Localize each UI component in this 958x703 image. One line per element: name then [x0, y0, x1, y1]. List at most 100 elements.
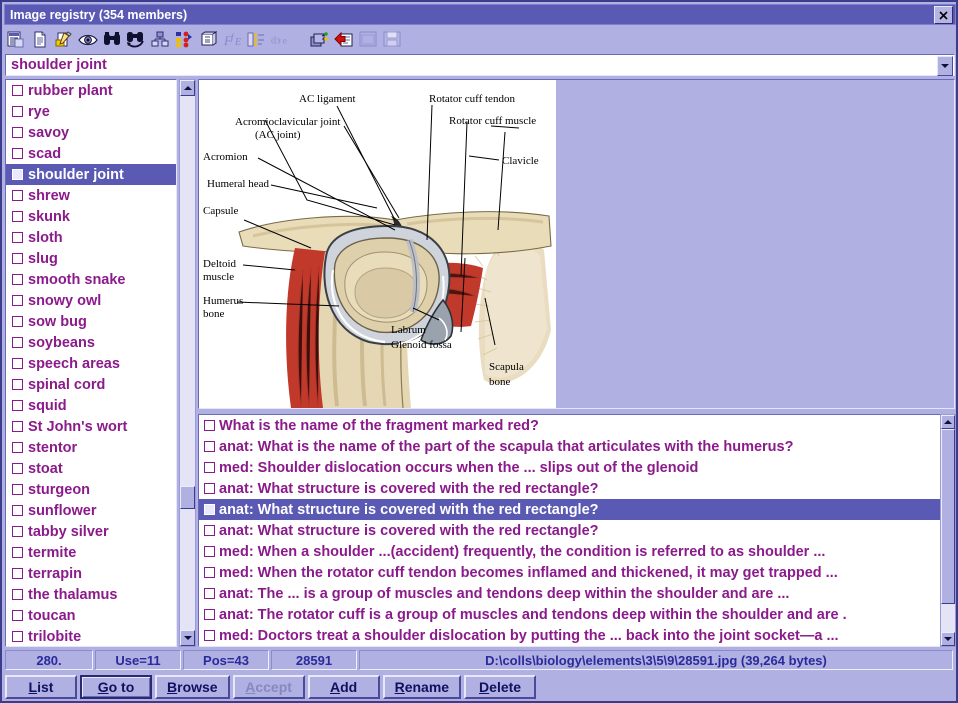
list-item[interactable]: scad	[6, 143, 176, 164]
paste-red-arrow-icon[interactable]	[334, 29, 354, 49]
checkbox-icon[interactable]	[12, 505, 23, 516]
find-again-binoculars-icon[interactable]	[126, 29, 146, 49]
search-input[interactable]	[6, 55, 918, 75]
dze-text-icon[interactable]: dз e	[270, 29, 290, 49]
checkbox-icon[interactable]	[12, 316, 23, 327]
list-item[interactable]: rye	[6, 101, 176, 122]
scroll-down-button[interactable]	[180, 630, 195, 646]
list-item[interactable]: stentor	[6, 437, 176, 458]
checkbox-icon[interactable]	[204, 588, 215, 599]
window-icon[interactable]	[358, 29, 378, 49]
goto-button[interactable]: Go to	[80, 675, 152, 699]
checkbox-icon[interactable]	[12, 610, 23, 621]
list-item[interactable]: shrew	[6, 185, 176, 206]
list-item[interactable]: shoulder joint	[6, 164, 176, 185]
list-item[interactable]: spinal cord	[6, 374, 176, 395]
checkbox-icon[interactable]	[12, 421, 23, 432]
question-row[interactable]: med: Doctors treat a shoulder dislocatio…	[199, 625, 954, 646]
rename-button[interactable]: Rename	[383, 675, 461, 699]
checkbox-icon[interactable]	[12, 547, 23, 558]
list-item[interactable]: sloth	[6, 227, 176, 248]
add-button[interactable]: Add	[308, 675, 380, 699]
image-preview-panel[interactable]: AC ligament Acromioclavicular joint (AC …	[198, 79, 955, 409]
flow-transfer-icon[interactable]	[174, 29, 194, 49]
list-button[interactable]: List	[5, 675, 77, 699]
question-row[interactable]: anat: What structure is covered with the…	[199, 520, 954, 541]
list-item[interactable]: the thalamus	[6, 584, 176, 605]
list-item[interactable]: St John's wort	[6, 416, 176, 437]
list-item[interactable]: soybeans	[6, 332, 176, 353]
member-list-scrollbar[interactable]	[179, 79, 196, 647]
preview-eye-icon[interactable]	[78, 29, 98, 49]
list-item[interactable]: toucan	[6, 605, 176, 626]
question-row[interactable]: med: When a shoulder ...(accident) frequ…	[199, 541, 954, 562]
list-item[interactable]: terrapin	[6, 563, 176, 584]
search-combobox[interactable]	[5, 54, 955, 76]
list-item[interactable]: skunk	[6, 206, 176, 227]
list-item[interactable]: savoy	[6, 122, 176, 143]
checkbox-icon[interactable]	[12, 85, 23, 96]
checkbox-icon[interactable]	[12, 568, 23, 579]
list-item[interactable]: sow bug	[6, 311, 176, 332]
list-item[interactable]: slug	[6, 248, 176, 269]
checkbox-icon[interactable]	[204, 462, 215, 473]
question-row[interactable]: anat: What is the name of the part of th…	[199, 436, 954, 457]
checkbox-icon[interactable]	[12, 148, 23, 159]
checkbox-icon[interactable]	[12, 358, 23, 369]
list-item[interactable]: speech areas	[6, 353, 176, 374]
checkbox-icon[interactable]	[12, 211, 23, 222]
checkbox-icon[interactable]	[12, 484, 23, 495]
checkbox-icon[interactable]	[12, 400, 23, 411]
close-icon[interactable]	[934, 6, 953, 24]
checkbox-icon[interactable]	[12, 589, 23, 600]
checkbox-icon[interactable]	[12, 337, 23, 348]
checkbox-icon[interactable]	[12, 631, 23, 642]
scroll-thumb[interactable]	[180, 486, 195, 509]
list-item[interactable]: termite	[6, 542, 176, 563]
checkbox-icon[interactable]	[204, 609, 215, 620]
edit-note-icon[interactable]	[54, 29, 74, 49]
question-row[interactable]: anat: What structure is covered with the…	[199, 478, 954, 499]
question-row[interactable]: What is the name of the fragment marked …	[199, 415, 954, 436]
checkbox-icon[interactable]	[204, 483, 215, 494]
checkbox-icon[interactable]	[12, 274, 23, 285]
list-item[interactable]: smooth snake	[6, 269, 176, 290]
find-binoculars-icon[interactable]	[102, 29, 122, 49]
checkbox-icon[interactable]	[204, 630, 215, 641]
list-view-icon[interactable]	[6, 29, 26, 49]
checkbox-icon[interactable]	[12, 106, 23, 117]
question-list[interactable]: What is the name of the fragment marked …	[198, 414, 955, 647]
question-row[interactable]: anat: The rotator cuff is a group of mus…	[199, 604, 954, 625]
list-item[interactable]: stoat	[6, 458, 176, 479]
checkbox-icon[interactable]	[12, 463, 23, 474]
checkbox-icon[interactable]	[12, 169, 23, 180]
checkbox-icon[interactable]	[204, 546, 215, 557]
checkbox-icon[interactable]	[12, 442, 23, 453]
delete-button[interactable]: Delete	[464, 675, 536, 699]
member-list[interactable]: rubber plantryesavoyscadshoulder jointsh…	[5, 79, 177, 647]
list-item[interactable]: snowy owl	[6, 290, 176, 311]
scroll-down-button[interactable]	[941, 632, 955, 646]
checkbox-icon[interactable]	[12, 253, 23, 264]
formula-f-icon[interactable]: F f E	[222, 29, 242, 49]
list-item[interactable]: squid	[6, 395, 176, 416]
copy-stack-icon[interactable]	[310, 29, 330, 49]
checkbox-icon[interactable]	[12, 127, 23, 138]
scroll-thumb[interactable]	[941, 429, 955, 604]
save-disk-icon[interactable]	[382, 29, 402, 49]
question-list-scrollbar[interactable]	[940, 414, 956, 647]
list-item[interactable]: trilobite	[6, 626, 176, 647]
question-row[interactable]: med: When the rotator cuff tendon become…	[199, 562, 954, 583]
checkbox-icon[interactable]	[12, 295, 23, 306]
checkbox-icon[interactable]	[12, 379, 23, 390]
checkbox-icon[interactable]	[12, 232, 23, 243]
checkbox-icon[interactable]	[12, 526, 23, 537]
checkbox-icon[interactable]	[204, 441, 215, 452]
checkbox-icon[interactable]	[204, 525, 215, 536]
scroll-up-button[interactable]	[180, 80, 195, 96]
list-item[interactable]: sturgeon	[6, 479, 176, 500]
cube-3d-icon[interactable]	[198, 29, 218, 49]
list-item[interactable]: rubber plant	[6, 80, 176, 101]
list-item[interactable]: sunflower	[6, 500, 176, 521]
question-row[interactable]: anat: The ... is a group of muscles and …	[199, 583, 954, 604]
